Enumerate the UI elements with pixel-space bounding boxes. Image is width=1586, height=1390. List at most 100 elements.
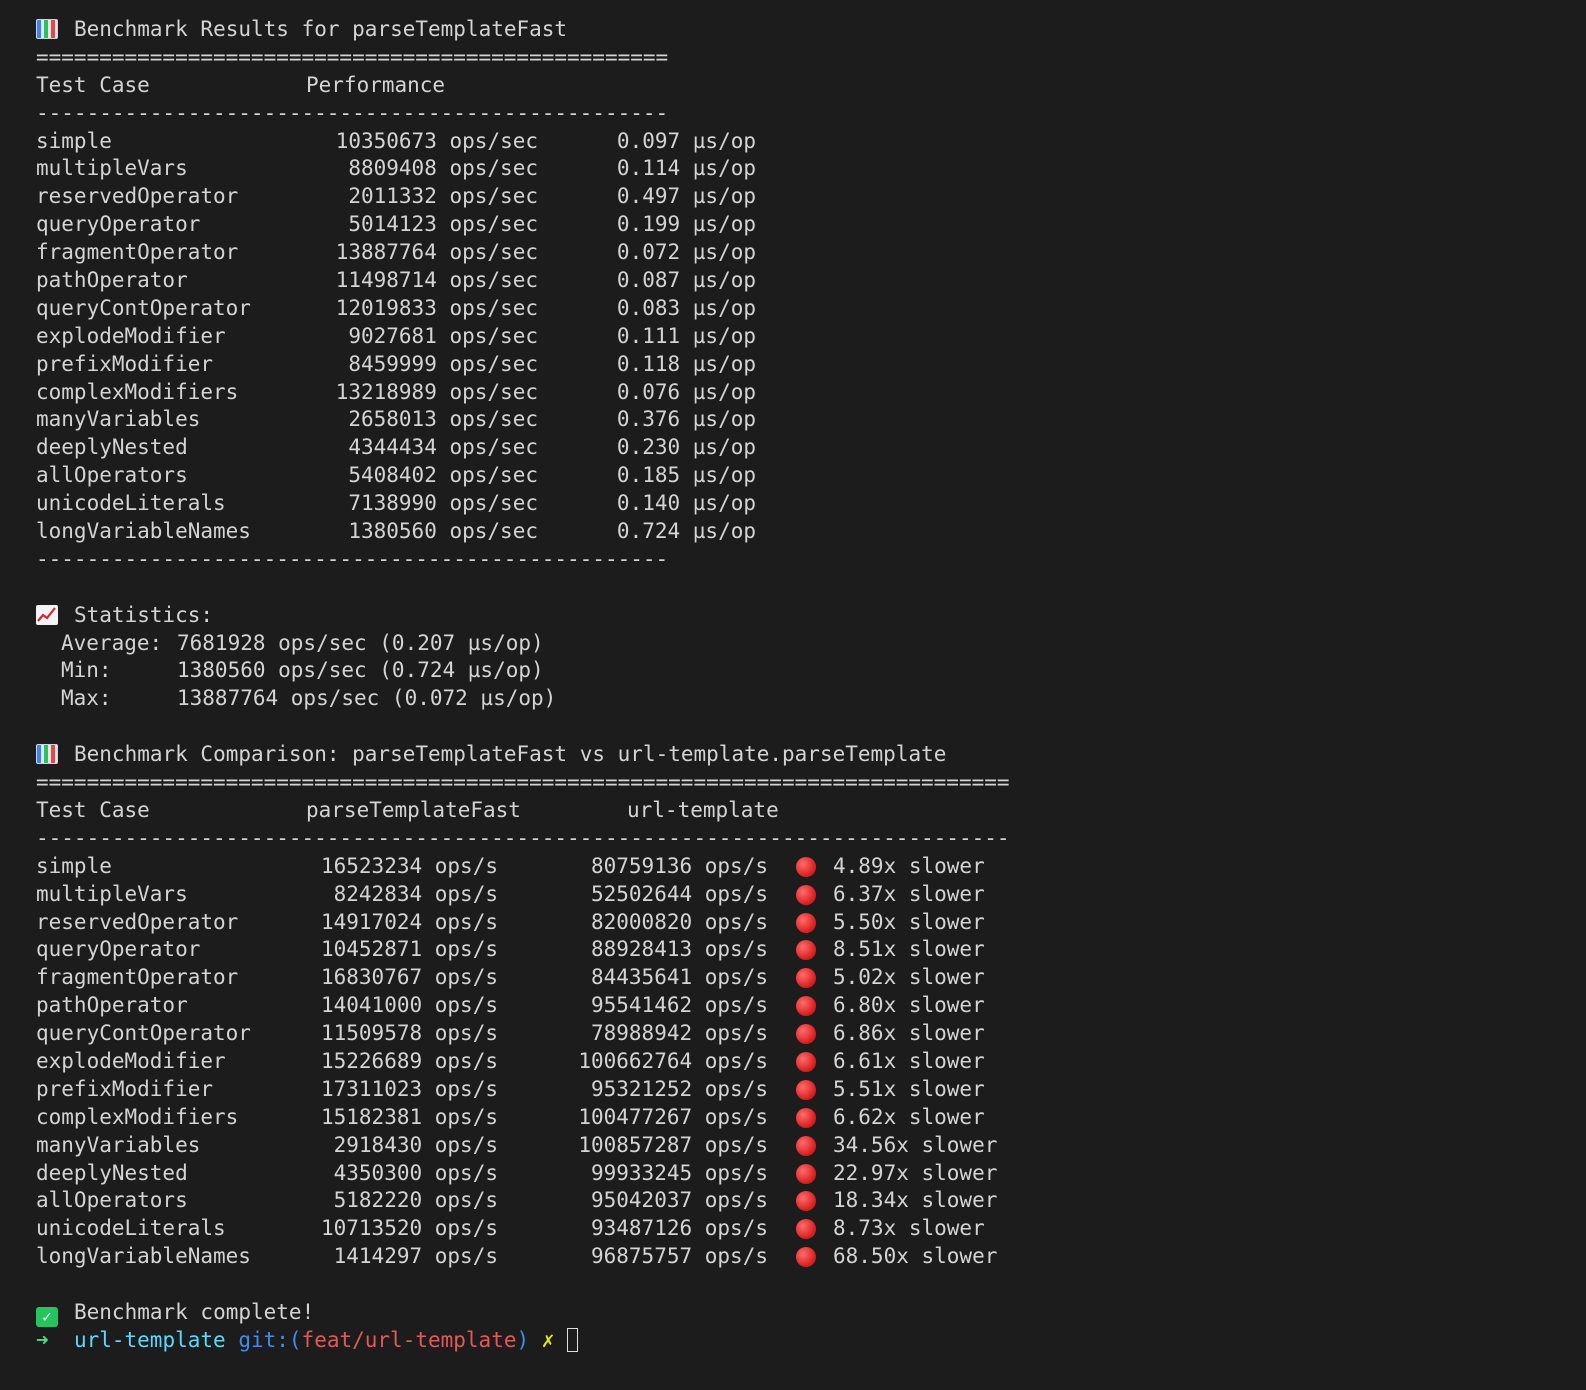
comparison-row: deeplyNested 4350300 ops/s 99933245 ops/s 2… (36, 1160, 1010, 1188)
row-url-ops: 78988942 ops/s (590, 1021, 768, 1046)
row-test-case: prefixModifier (36, 351, 214, 376)
red-circle-icon (796, 912, 816, 933)
row-fast-ops: 2918430 ops/s (333, 1132, 498, 1157)
row-ops: 7138990 ops/sec (348, 491, 538, 516)
comparison-row: complexModifiers 15182381 ops/s 100477267 … (36, 1104, 1010, 1132)
row-url-ops: 95541462 ops/s (590, 993, 768, 1018)
row-time: 0.376 µs/op (616, 407, 756, 432)
row-time: 0.114 µs/op (616, 156, 756, 181)
red-circle-icon (796, 1135, 816, 1156)
results-separator-single: ----------------------------------------… (36, 100, 669, 125)
row-test-case: allOperators (36, 1188, 188, 1213)
row-url-ops: 82000820 ops/s (590, 909, 768, 934)
row-ratio: 8.51x slower (833, 937, 985, 962)
row-time: 0.072 µs/op (616, 240, 756, 265)
comparison-header-row: Test Case parseTemplateFast url-template (36, 797, 1010, 825)
red-circle-icon (796, 1191, 816, 1212)
red-circle-icon (796, 968, 816, 989)
results-row: manyVariables 2658013 ops/sec 0.376 µs/op (36, 406, 1010, 434)
row-ratio: 5.50x slower (833, 909, 985, 934)
check-mark-icon: ✓ (36, 1306, 58, 1327)
row-test-case: multipleVars (36, 881, 188, 906)
bar-chart-icon (36, 744, 58, 765)
comparison-title-line: Benchmark Comparison: parseTemplateFast … (36, 741, 1010, 769)
row-ratio: 6.62x slower (833, 1104, 985, 1129)
terminal-output: Benchmark Results for parseTemplateFast … (36, 16, 1010, 1355)
comparison-row: prefixModifier 17311023 ops/s 95321252 ops… (36, 1076, 1010, 1104)
shell-prompt[interactable]: ➜ url-template git:(feat/url-template) ✗ (36, 1327, 1010, 1355)
row-ops: 13218989 ops/sec (335, 379, 538, 404)
row-url-ops: 99933245 ops/s (590, 1160, 768, 1185)
red-circle-icon (796, 1247, 816, 1268)
row-test-case: complexModifiers (36, 379, 239, 404)
red-circle-icon (796, 884, 816, 905)
complete-line: ✓ Benchmark complete! (36, 1299, 1010, 1327)
stat-value: 7681928 ops/sec (0.207 µs/op) (177, 630, 544, 655)
row-test-case: manyVariables (36, 1132, 201, 1157)
row-ops: 10350673 ops/sec (335, 128, 538, 153)
row-ops: 8459999 ops/sec (348, 351, 538, 376)
row-test-case: reservedOperator (36, 184, 239, 209)
red-circle-icon (796, 996, 816, 1017)
row-ratio: 68.50x slower (833, 1244, 998, 1269)
comparison-row: manyVariables 2918430 ops/s 100857287 ops/… (36, 1132, 1010, 1160)
row-url-ops: 100662764 ops/s (578, 1048, 768, 1073)
comparison-row: queryContOperator 11509578 ops/s 78988942 … (36, 1020, 1010, 1048)
row-test-case: explodeModifier (36, 323, 226, 348)
comparison-header-url-template: url-template (627, 797, 779, 822)
red-circle-icon (796, 940, 816, 961)
terminal-cursor[interactable] (567, 1327, 579, 1352)
results-row: deeplyNested 4344434 ops/sec 0.230 µs/op (36, 434, 1010, 462)
comparison-header-test-case: Test Case (36, 797, 150, 822)
row-url-ops: 88928413 ops/s (590, 937, 768, 962)
row-ratio: 6.86x slower (833, 1021, 985, 1046)
row-ops: 11498714 ops/sec (335, 268, 538, 293)
row-fast-ops: 15182381 ops/s (320, 1104, 498, 1129)
row-fast-ops: 5182220 ops/s (333, 1188, 498, 1213)
comparison-table-body: simple 16523234 ops/s 80759136 ops/s 4.89x … (36, 853, 1010, 1271)
row-test-case: deeplyNested (36, 1160, 188, 1185)
row-fast-ops: 16523234 ops/s (320, 853, 498, 878)
results-row: simple 10350673 ops/sec 0.097 µs/op (36, 128, 1010, 156)
row-ops: 1380560 ops/sec (348, 519, 538, 544)
results-row: queryOperator 5014123 ops/sec 0.199 µs/op (36, 211, 1010, 239)
results-separator-double: ========================================… (36, 44, 669, 69)
prompt-git-label: git:( (238, 1327, 302, 1352)
results-row: complexModifiers 13218989 ops/sec 0.076 µs… (36, 379, 1010, 407)
results-title: Benchmark Results for parseTemplateFast (74, 17, 568, 41)
prompt-branch: feat/url-template (301, 1327, 517, 1352)
stat-label: Average: (61, 630, 163, 655)
results-row: longVariableNames 1380560 ops/sec 0.724 µs… (36, 518, 1010, 546)
row-test-case: fragmentOperator (36, 965, 239, 990)
row-time: 0.199 µs/op (616, 212, 756, 237)
comparison-row: reservedOperator 14917024 ops/s 82000820 o… (36, 909, 1010, 937)
prompt-git-close: ) (516, 1327, 530, 1352)
results-row: explodeModifier 9027681 ops/sec 0.111 µs/o… (36, 323, 1010, 351)
row-ops: 5014123 ops/sec (348, 212, 538, 237)
statistics-row: Max: 13887764 ops/sec (0.072 µs/op) (36, 685, 1010, 713)
row-url-ops: 93487126 ops/s (590, 1216, 768, 1241)
red-circle-icon (796, 1051, 816, 1072)
row-url-ops: 52502644 ops/s (590, 881, 768, 906)
row-time: 0.497 µs/op (616, 184, 756, 209)
comparison-row: explodeModifier 15226689 ops/s 100662764 o… (36, 1048, 1010, 1076)
row-test-case: prefixModifier (36, 1076, 214, 1101)
row-time: 0.724 µs/op (616, 519, 756, 544)
prompt-arrow-icon: ➜ (36, 1327, 49, 1352)
row-time: 0.097 µs/op (616, 128, 756, 153)
row-ratio: 8.73x slower (833, 1216, 985, 1241)
row-url-ops: 80759136 ops/s (590, 853, 768, 878)
stat-value: 1380560 ops/sec (0.724 µs/op) (177, 658, 544, 683)
row-ratio: 5.51x slower (833, 1076, 985, 1101)
comparison-row: allOperators 5182220 ops/s 95042037 ops/s 1… (36, 1187, 1010, 1215)
row-ops: 8809408 ops/sec (348, 156, 538, 181)
row-test-case: pathOperator (36, 993, 188, 1018)
row-url-ops: 100477267 ops/s (578, 1104, 768, 1129)
row-test-case: unicodeLiterals (36, 1216, 226, 1241)
comparison-title: Benchmark Comparison: parseTemplateFast … (74, 742, 947, 767)
row-fast-ops: 8242834 ops/s (333, 881, 498, 906)
row-url-ops: 84435641 ops/s (590, 965, 768, 990)
stat-label: Max: (61, 686, 112, 711)
row-fast-ops: 4350300 ops/s (333, 1160, 498, 1185)
row-url-ops: 100857287 ops/s (578, 1132, 768, 1157)
